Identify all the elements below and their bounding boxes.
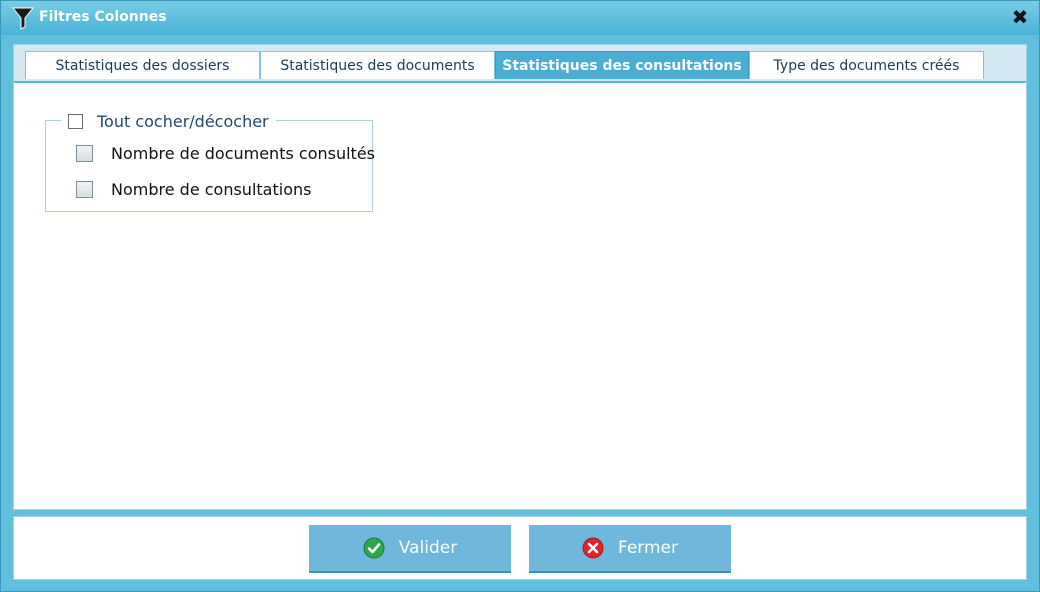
tab-type-documents-crees[interactable]: Type des documents créés bbox=[749, 51, 984, 79]
consultations-label[interactable]: Nombre de consultations bbox=[111, 180, 311, 199]
validate-button[interactable]: Valider bbox=[309, 525, 511, 573]
close-button[interactable]: Fermer bbox=[529, 525, 731, 573]
tab-statistiques-consultations[interactable]: Statistiques des consultations bbox=[495, 51, 749, 79]
consultations-checkbox[interactable] bbox=[76, 180, 93, 198]
column-option-row: Nombre de consultations bbox=[76, 179, 311, 199]
close-label: Fermer bbox=[617, 538, 678, 558]
documents-consultes-checkbox[interactable] bbox=[76, 144, 93, 162]
filter-icon bbox=[12, 7, 34, 30]
dialog-title: Filtres Colonnes bbox=[39, 9, 167, 25]
validate-label: Valider bbox=[398, 538, 458, 558]
tab-bar: Statistiques des dossiers Statistiques d… bbox=[14, 45, 1026, 83]
toggle-all-row: Tout cocher/décocher bbox=[61, 110, 276, 132]
close-icon[interactable]: ✖ bbox=[1009, 6, 1031, 28]
content-panel: Statistiques des dossiers Statistiques d… bbox=[13, 44, 1027, 510]
toggle-all-checkbox[interactable] bbox=[68, 113, 83, 129]
check-circle-icon bbox=[363, 537, 385, 559]
filter-columns-dialog: Filtres Colonnes ✖ Statistiques des doss… bbox=[0, 0, 1040, 592]
x-circle-icon bbox=[582, 537, 604, 559]
tab-statistiques-documents[interactable]: Statistiques des documents bbox=[260, 51, 495, 79]
toggle-all-label[interactable]: Tout cocher/décocher bbox=[97, 112, 269, 131]
tab-statistiques-dossiers[interactable]: Statistiques des dossiers bbox=[25, 51, 260, 79]
columns-groupbox: Tout cocher/décocher Nombre de documents… bbox=[45, 110, 375, 212]
title-bar: Filtres Colonnes ✖ bbox=[1, 1, 1039, 35]
documents-consultes-label[interactable]: Nombre de documents consultés bbox=[111, 144, 375, 163]
column-option-row: Nombre de documents consultés bbox=[76, 143, 375, 163]
button-bar: Valider Fermer bbox=[13, 516, 1027, 580]
